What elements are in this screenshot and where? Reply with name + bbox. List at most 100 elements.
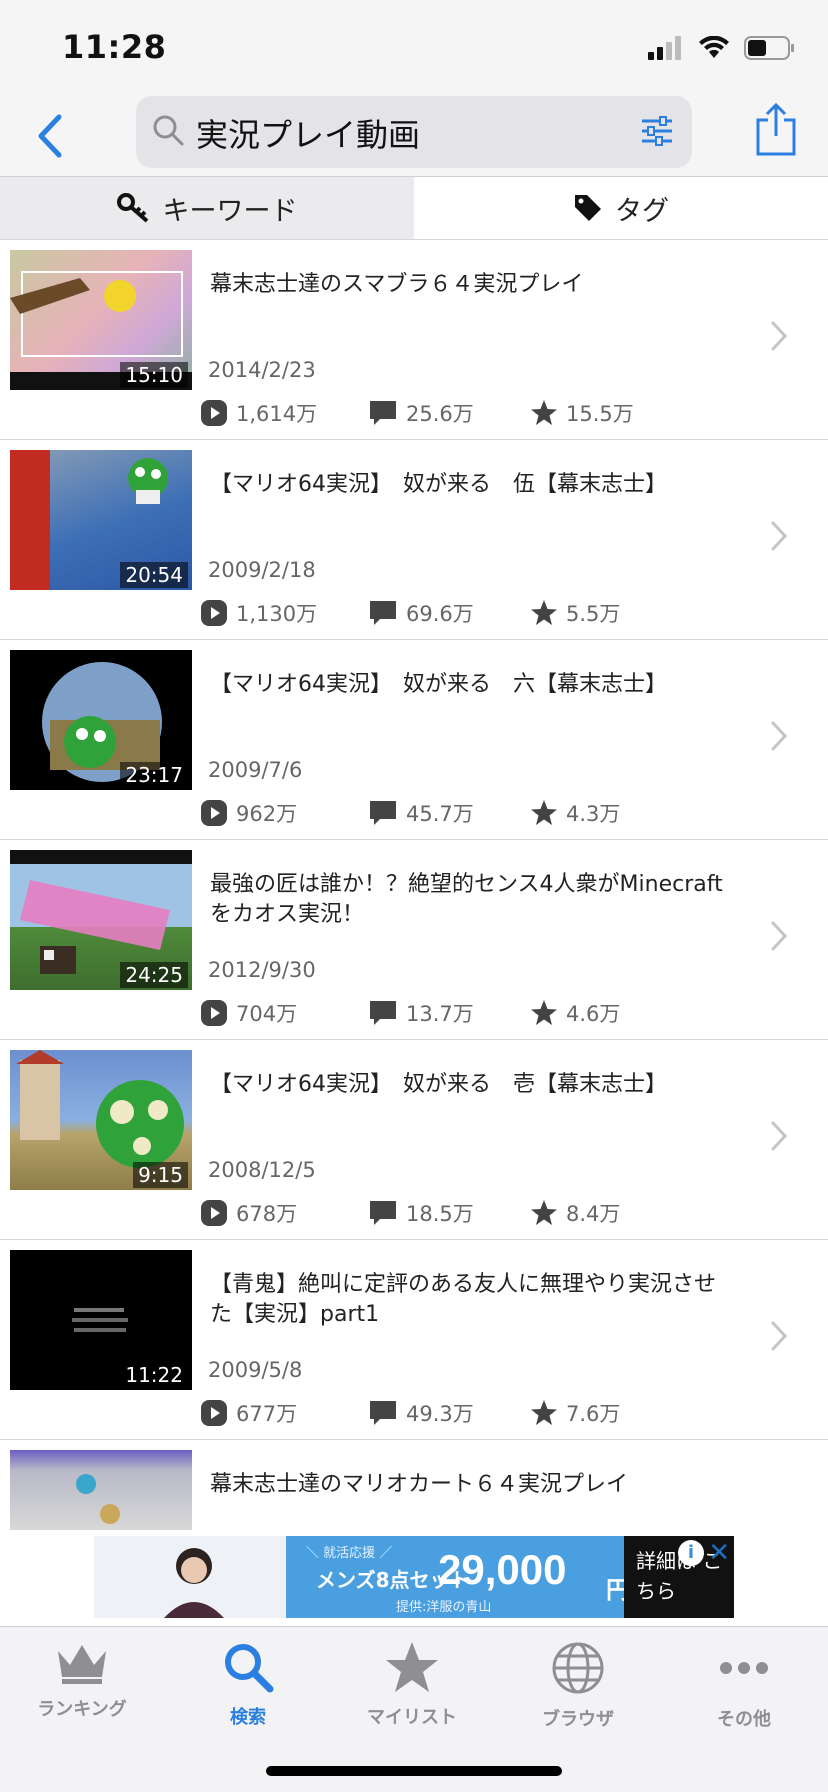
search-query[interactable]: 実況プレイ動画 — [196, 110, 420, 156]
video-date: 2009/2/18 — [208, 558, 316, 582]
video-duration: 20:54 — [120, 562, 188, 588]
video-row[interactable]: 9:15 【マリオ64実況】 奴が来る 壱【幕末志士】 2008/12/5 67… — [0, 1040, 828, 1240]
ad-close-icon[interactable]: ✕ — [708, 1538, 730, 1568]
tag-icon — [575, 195, 601, 221]
tabbar-item-search[interactable]: 検索 — [178, 1641, 318, 1729]
home-indicator — [266, 1766, 562, 1776]
video-stats: 677万 49.3万 7.6万 — [200, 1398, 620, 1428]
play-icon — [201, 1200, 227, 1226]
play-icon — [201, 800, 227, 826]
star-icon — [531, 1400, 557, 1425]
mylist-count: 4.6万 — [530, 998, 620, 1028]
chevron-right-icon — [771, 921, 788, 951]
tab-tag[interactable]: タグ — [414, 177, 828, 239]
tab-keyword[interactable]: キーワード — [0, 177, 414, 239]
comment-count: 18.5万 — [368, 1198, 530, 1228]
play-count-value: 704万 — [236, 1002, 298, 1026]
play-count: 704万 — [200, 998, 368, 1028]
ad-price: 29,000 — [438, 1546, 567, 1593]
play-count: 1,614万 — [200, 398, 368, 428]
app-screen: 11:28 実況プレイ動画 キーワード タグ 15:10 幕末志士達のスマブラ６… — [0, 0, 828, 1792]
tabbar-item-ranking[interactable]: ランキング — [12, 1641, 152, 1721]
comment-icon — [370, 1401, 396, 1425]
ad-info-icon[interactable]: i — [678, 1540, 704, 1566]
play-icon — [201, 1000, 227, 1026]
tabbar-label: その他 — [717, 1709, 771, 1730]
video-title: 【青鬼】絶叫に定評のある友人に無理やり実況させた【実況】part1 — [210, 1272, 717, 1327]
signal-icon — [648, 36, 681, 60]
ad-banner[interactable]: ＼ 就活応援 ／ メンズ8点セット 29,000 円 提供:洋服の青山 詳細は … — [94, 1536, 734, 1618]
mylist-count: 5.5万 — [530, 598, 620, 628]
globe-icon — [552, 1642, 604, 1694]
video-stats: 962万 45.7万 4.3万 — [200, 798, 620, 828]
thumbnail-art — [76, 1474, 120, 1524]
tab-keyword-label: キーワード — [162, 195, 298, 227]
mylist-count-value: 15.5万 — [566, 402, 634, 426]
share-icon — [756, 102, 796, 156]
video-title: 【マリオ64実況】 奴が来る 伍【幕末志士】 — [210, 472, 667, 497]
star-icon — [531, 400, 557, 425]
video-thumbnail: 24:25 — [10, 850, 192, 990]
video-row[interactable]: 24:25 最強の匠は誰か！？絶望的センス4人衆がMinecraftをカオス実況… — [0, 840, 828, 1040]
comment-count-value: 18.5万 — [406, 1202, 474, 1226]
back-button[interactable] — [20, 106, 80, 166]
mylist-count: 15.5万 — [530, 398, 634, 428]
wifi-icon — [699, 36, 729, 58]
play-icon — [201, 1400, 227, 1426]
tabbar-item-browser[interactable]: ブラウザ — [508, 1641, 648, 1731]
comment-count: 13.7万 — [368, 998, 530, 1028]
search-mode-tabs: キーワード タグ — [0, 176, 828, 240]
mylist-count-value: 4.3万 — [566, 802, 621, 826]
mylist-count-value: 8.4万 — [566, 1202, 621, 1226]
ad-model-image — [94, 1536, 286, 1618]
battery-icon — [744, 36, 794, 60]
ad-provider: 提供:洋服の青山 — [396, 1600, 492, 1615]
star-icon — [531, 1000, 557, 1025]
comment-count-value: 13.7万 — [406, 1002, 474, 1026]
comment-count-value: 45.7万 — [406, 802, 474, 826]
video-title: 幕末志士達のマリオカート６４実況プレイ — [210, 1472, 629, 1497]
comment-icon — [370, 401, 396, 425]
comment-icon — [370, 801, 396, 825]
chevron-right-icon — [771, 1121, 788, 1151]
video-title: 【マリオ64実況】 奴が来る 六【幕末志士】 — [210, 672, 667, 697]
search-icon — [225, 1644, 274, 1693]
video-date: 2009/5/8 — [208, 1358, 303, 1382]
video-stats: 704万 13.7万 4.6万 — [200, 998, 620, 1028]
share-button[interactable] — [754, 102, 798, 162]
status-icons — [648, 36, 796, 60]
crown-icon — [58, 1645, 106, 1684]
filter-sliders-icon[interactable] — [640, 114, 674, 148]
play-count-value: 1,614万 — [236, 402, 318, 426]
video-row[interactable]: 20:54 【マリオ64実況】 奴が来る 伍【幕末志士】 2009/2/18 1… — [0, 440, 828, 640]
video-title: 最強の匠は誰か！？絶望的センス4人衆がMinecraftをカオス実況！ — [210, 872, 723, 927]
status-time: 11:28 — [62, 28, 167, 66]
play-count: 678万 — [200, 1198, 368, 1228]
mylist-count-value: 5.5万 — [566, 602, 621, 626]
search-bar[interactable]: 実況プレイ動画 — [136, 96, 692, 168]
tabbar-item-other[interactable]: その他 — [674, 1641, 814, 1731]
video-row[interactable]: 23:17 【マリオ64実況】 奴が来る 六【幕末志士】 2009/7/6 96… — [0, 640, 828, 840]
mylist-count: 7.6万 — [530, 1398, 620, 1428]
comment-count-value: 25.6万 — [406, 402, 474, 426]
video-row[interactable]: 11:22 【青鬼】絶叫に定評のある友人に無理やり実況させた【実況】part1 … — [0, 1240, 828, 1440]
comment-icon — [370, 1001, 396, 1025]
video-stats: 678万 18.5万 8.4万 — [200, 1198, 620, 1228]
video-duration: 15:10 — [120, 362, 188, 388]
tabbar-item-mylist[interactable]: マイリスト — [342, 1641, 482, 1729]
star-icon — [531, 800, 557, 825]
chevron-right-icon — [771, 721, 788, 751]
comment-count: 25.6万 — [368, 398, 530, 428]
comment-count: 69.6万 — [368, 598, 530, 628]
video-thumbnail — [10, 1450, 192, 1530]
play-count-value: 677万 — [236, 1402, 298, 1426]
chevron-left-icon — [38, 114, 62, 158]
video-date: 2012/9/30 — [208, 958, 316, 982]
status-bar: 11:28 — [0, 0, 828, 96]
comment-count-value: 49.3万 — [406, 1402, 474, 1426]
tabbar-label: 検索 — [230, 1707, 266, 1728]
video-title: 【マリオ64実況】 奴が来る 壱【幕末志士】 — [210, 1072, 667, 1097]
video-stats: 1,614万 25.6万 15.5万 — [200, 398, 634, 428]
chevron-right-icon — [771, 521, 788, 551]
video-row[interactable]: 15:10 幕末志士達のスマブラ６４実況プレイ 2014/2/23 1,614万… — [0, 240, 828, 440]
